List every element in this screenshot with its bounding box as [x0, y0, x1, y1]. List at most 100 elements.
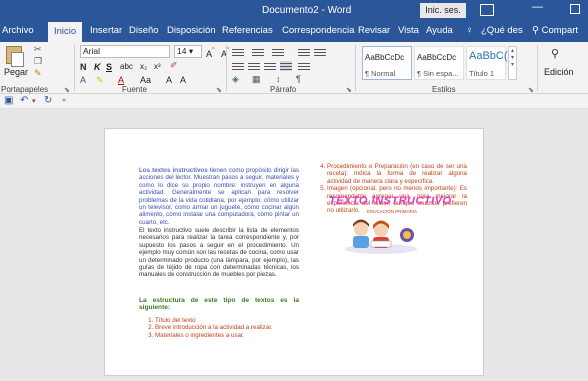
- change-case-icon[interactable]: Aa: [140, 75, 151, 85]
- style-name: ¶ Sin espa...: [417, 69, 459, 78]
- shading-icon[interactable]: ◈: [232, 74, 239, 85]
- tab-vista[interactable]: Vista: [398, 25, 419, 36]
- group-separator: [355, 45, 356, 91]
- children-reading-image: [345, 219, 417, 254]
- clear-formatting-icon[interactable]: ✐: [170, 60, 178, 71]
- tab-diseno[interactable]: Diseño: [129, 25, 159, 36]
- show-marks-icon[interactable]: ¶: [296, 74, 301, 84]
- bold-icon[interactable]: N: [80, 62, 87, 72]
- share-label: Compart: [541, 25, 579, 36]
- tab-insertar[interactable]: Insertar: [90, 25, 122, 36]
- tab-disposicion[interactable]: Disposición: [167, 25, 216, 36]
- grow-font-alt-icon[interactable]: A: [166, 75, 172, 85]
- clipboard-group-label: Portapapeles: [1, 85, 49, 94]
- paragraph-launcher-icon[interactable]: ⬊: [346, 86, 352, 94]
- font-size-value: 14: [177, 46, 187, 56]
- font-size-select[interactable]: 14 ▾: [174, 45, 202, 58]
- undo-icon[interactable]: ↶: [20, 95, 28, 106]
- tab-referencias[interactable]: Referencias: [222, 25, 273, 36]
- font-name-select[interactable]: Arial: [80, 45, 170, 58]
- font-group-label: Fuente: [122, 85, 147, 94]
- clipboard-launcher-icon[interactable]: ⬊: [64, 86, 70, 94]
- style-sample: AaBbCcDc: [365, 53, 405, 62]
- shrink-font-alt-icon[interactable]: A: [180, 75, 186, 85]
- format-painter-icon[interactable]: ✎: [34, 68, 42, 79]
- style-heading-1[interactable]: AaBbC( Título 1: [466, 46, 508, 80]
- highlight-icon[interactable]: ✎: [96, 75, 104, 86]
- increase-indent-icon[interactable]: [314, 47, 326, 57]
- cut-icon[interactable]: ✂: [34, 44, 42, 55]
- align-right-icon[interactable]: [264, 61, 276, 71]
- styles-more-icon[interactable]: ▴ ▾ ▾: [508, 46, 517, 80]
- font-name-value: Arial: [83, 46, 101, 56]
- style-no-spacing[interactable]: AaBbCcDc ¶ Sin espa...: [414, 46, 464, 80]
- list-item: Procedimiento o Preparación (en caso de …: [327, 163, 467, 185]
- ribbon-display-options-icon[interactable]: [480, 4, 494, 16]
- align-left-icon[interactable]: [232, 61, 244, 71]
- customize-qat-icon[interactable]: ⩡: [62, 97, 66, 105]
- document-page[interactable]: Los textos instructivos tienen como prop…: [104, 128, 484, 376]
- restore-icon[interactable]: [570, 4, 580, 14]
- style-normal[interactable]: AaBbCcDc ¶ Normal: [362, 46, 412, 80]
- intro-text: tienen como propósito dirigir las accion…: [139, 167, 299, 226]
- align-center-icon[interactable]: [248, 61, 260, 71]
- borders-icon[interactable]: ▦: [252, 74, 261, 85]
- tab-archivo[interactable]: Archivo: [2, 25, 34, 36]
- window-title: Documento2 - Word: [262, 5, 352, 16]
- grow-font-icon[interactable]: Aˆ: [206, 46, 215, 59]
- intro-highlight: Los textos instructivos: [139, 167, 208, 174]
- line-spacing-icon[interactable]: [298, 61, 310, 71]
- group-separator: [226, 45, 227, 91]
- text-effects-icon[interactable]: A: [80, 75, 86, 85]
- styles-launcher-icon[interactable]: ⬊: [528, 86, 534, 94]
- font-launcher-icon[interactable]: ⬊: [216, 86, 222, 94]
- numbering-icon[interactable]: [252, 47, 264, 57]
- superscript-icon[interactable]: x²: [154, 62, 161, 71]
- tab-correspondencia[interactable]: Correspondencia: [282, 25, 354, 36]
- group-separator: [74, 45, 75, 91]
- style-name: Título 1: [469, 69, 495, 78]
- underline-icon[interactable]: S: [106, 62, 112, 72]
- structure-list-continued: Procedimiento o Preparación (en caso de …: [317, 163, 467, 215]
- subscript-icon[interactable]: x₂: [140, 62, 147, 71]
- redo-icon[interactable]: ↻: [44, 95, 52, 106]
- ribbon-tabs: Archivo Inicio Insertar Diseño Disposici…: [0, 22, 588, 42]
- paste-icon[interactable]: [6, 46, 24, 67]
- group-separator: [537, 45, 538, 91]
- strikethrough-icon[interactable]: abc: [120, 62, 133, 71]
- structure-list: Título del texto Breve introducción a la…: [145, 317, 295, 339]
- list-item: Breve introducción a la actividad a real…: [155, 324, 295, 331]
- lightbulb-icon[interactable]: ♀: [466, 25, 473, 36]
- structure-heading: La estructura de este tipo de textos es …: [139, 297, 299, 312]
- style-sample: AaBbC(: [469, 50, 508, 62]
- undo-dropdown-icon[interactable]: ▾: [32, 97, 36, 105]
- title-bar: Documento2 - Word Inic. ses. —: [0, 0, 588, 22]
- decrease-indent-icon[interactable]: [298, 47, 310, 57]
- justify-icon[interactable]: [280, 61, 292, 71]
- share-button[interactable]: ⚲ Compart: [532, 25, 578, 36]
- intro-paragraph: Los textos instructivos tienen como prop…: [139, 167, 299, 226]
- bullets-icon[interactable]: [232, 47, 244, 57]
- signin-button[interactable]: Inic. ses.: [420, 3, 466, 18]
- search-icon[interactable]: ⚲: [551, 47, 559, 60]
- illustration-title: TEXTO INSTRUCTIVO: [329, 195, 452, 207]
- italic-icon[interactable]: K: [94, 62, 101, 72]
- illustration-subtitle: EDUCACIÓN PRIMARIA: [367, 209, 418, 214]
- minimize-icon[interactable]: —: [532, 1, 543, 13]
- description-paragraph: El texto instructivo suele describir la …: [139, 227, 299, 279]
- font-color-icon[interactable]: A: [118, 75, 124, 85]
- tab-inicio[interactable]: Inicio: [48, 22, 83, 42]
- tell-me-search[interactable]: ¿Qué des: [481, 25, 523, 36]
- paste-button[interactable]: Pegar: [4, 67, 28, 77]
- save-icon[interactable]: ▣: [4, 95, 13, 106]
- sort-icon[interactable]: ↕: [276, 74, 281, 84]
- tab-revisar[interactable]: Revisar: [358, 25, 390, 36]
- quick-access-toolbar: ▣ ↶ ▾ ↻ ⩡: [0, 94, 588, 109]
- editing-button[interactable]: Edición: [544, 67, 574, 77]
- style-name: ¶ Normal: [365, 69, 396, 78]
- tab-ayuda[interactable]: Ayuda: [426, 25, 453, 36]
- share-icon: ⚲: [532, 25, 542, 36]
- copy-icon[interactable]: ❐: [34, 56, 42, 67]
- multilevel-list-icon[interactable]: [272, 47, 284, 57]
- styles-group-label: Estilos: [432, 85, 456, 94]
